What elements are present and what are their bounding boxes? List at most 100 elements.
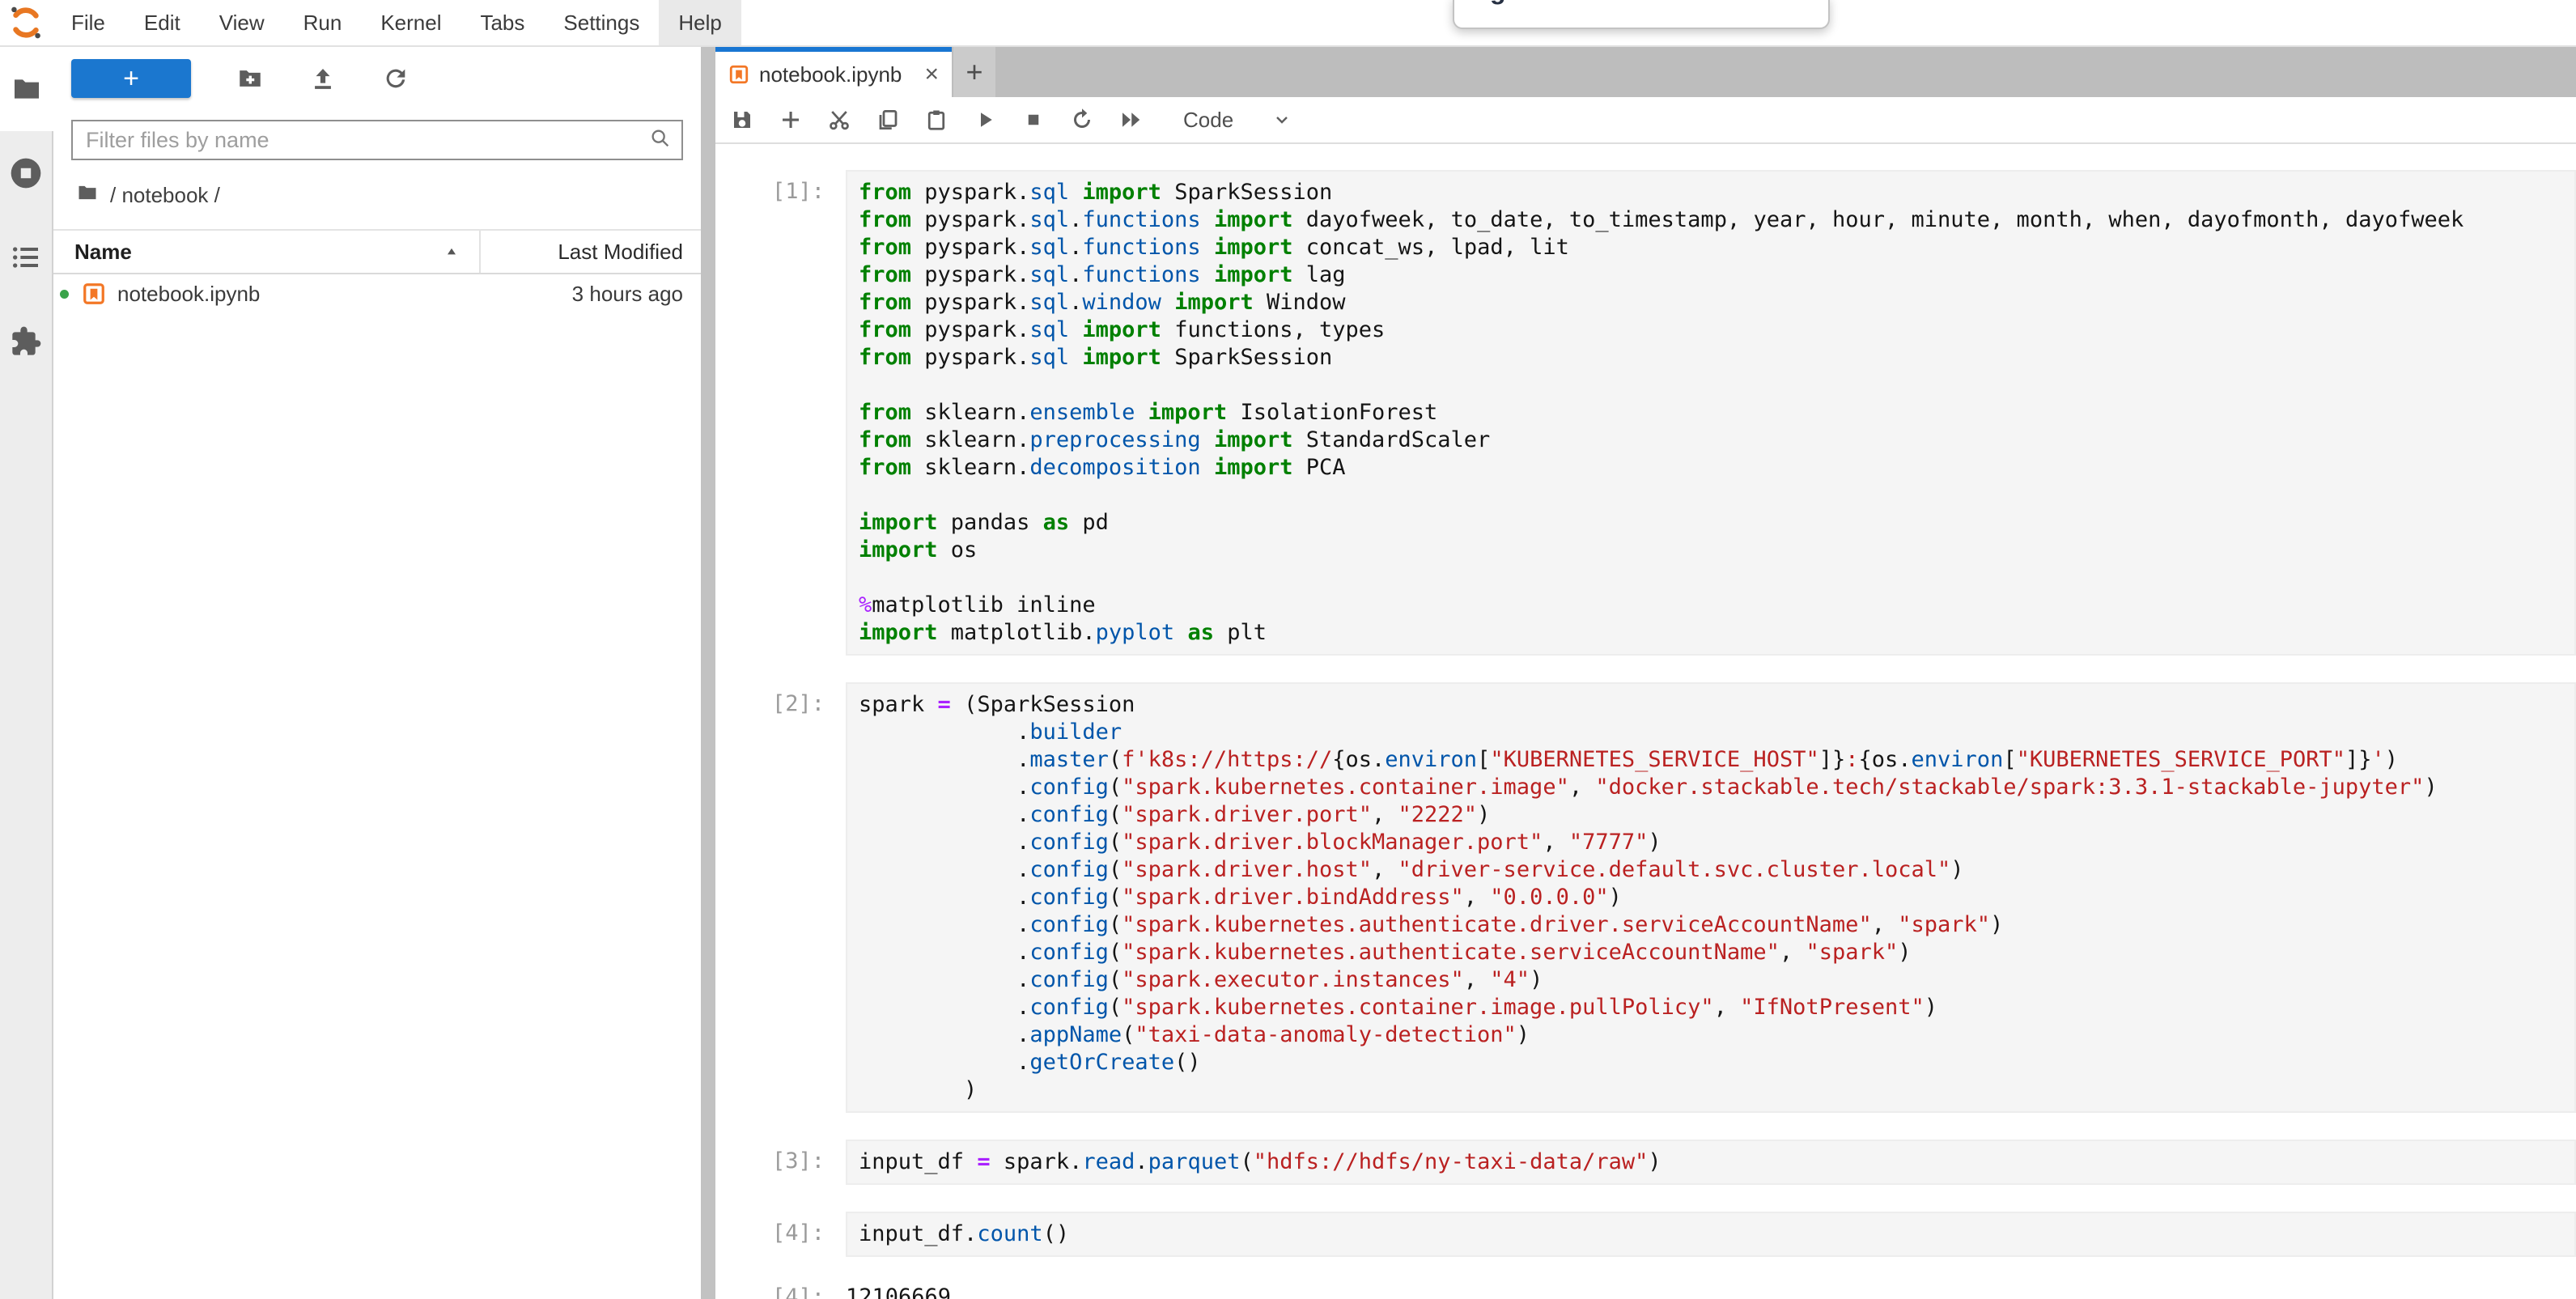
menu-item-help[interactable]: Help: [659, 0, 741, 45]
code-line: .config("spark.kubernetes.authenticate.s…: [859, 939, 2574, 966]
input-prompt: [2]:: [715, 682, 846, 1113]
copy-icon[interactable]: [876, 108, 900, 132]
notebook-toolbar-icons: [730, 108, 1143, 132]
code-line: from pyspark.sql.functions import concat…: [859, 234, 2574, 261]
code-line: .builder: [859, 719, 2574, 746]
tab-notebook[interactable]: notebook.ipynb ×: [715, 47, 952, 97]
insert-icon[interactable]: [779, 108, 803, 132]
file-browser-panel: + / notebook /: [53, 47, 701, 1299]
home-folder-icon[interactable]: [76, 181, 99, 210]
code-line: [859, 564, 2574, 592]
save-icon[interactable]: [730, 108, 754, 132]
main-area: notebook.ipynb × + Code [1]:from pyspark…: [715, 47, 2576, 1299]
code-line: ): [859, 1076, 2574, 1104]
sort-ascending-icon: [443, 244, 460, 260]
cell-editor[interactable]: from pyspark.sql import SparkSessionfrom…: [846, 170, 2576, 656]
code-line: .config("spark.kubernetes.authenticate.d…: [859, 911, 2574, 939]
upload-icon[interactable]: [309, 65, 337, 92]
notebook-toolbar: Code: [715, 97, 2576, 144]
run-icon[interactable]: [973, 108, 997, 132]
column-header-modified[interactable]: Last Modified: [481, 240, 701, 265]
cell-editor[interactable]: spark = (SparkSession .builder .master(f…: [846, 682, 2576, 1113]
cut-icon[interactable]: [827, 108, 851, 132]
cell-editor[interactable]: input_df.count(): [846, 1212, 2576, 1257]
new-tab-button[interactable]: +: [953, 47, 995, 97]
activity-bar: [0, 47, 53, 1299]
chevron-down-icon: [1272, 110, 1292, 129]
input-prompt: [3]:: [715, 1140, 846, 1185]
menu-item-run[interactable]: Run: [284, 0, 362, 45]
code-line: .config("spark.executor.instances", "4"): [859, 966, 2574, 994]
files-icon[interactable]: [9, 71, 45, 107]
code-line: from pyspark.sql import SparkSession: [859, 344, 2574, 371]
code-line: from pyspark.sql import functions, types: [859, 316, 2574, 344]
restart-icon[interactable]: [1070, 108, 1094, 132]
code-cell: [2]:spark = (SparkSession .builder .mast…: [715, 682, 2576, 1113]
search-icon: [649, 127, 672, 154]
code-cell: [3]: input_df = spark.read.parquet("hdfs:…: [715, 1140, 2576, 1185]
filter-files-input[interactable]: [84, 127, 649, 154]
breadcrumb-path[interactable]: / notebook /: [110, 183, 220, 208]
menu-item-edit[interactable]: Edit: [125, 0, 200, 45]
new-folder-icon[interactable]: [236, 65, 264, 92]
code-line: import matplotlib.pyplot as plt: [859, 619, 2574, 647]
tab-bar: notebook.ipynb × +: [715, 47, 2576, 97]
new-launcher-button[interactable]: +: [71, 59, 191, 98]
code-line: from pyspark.sql.functions import dayofw…: [859, 206, 2574, 234]
file-browser-toolbar: +: [71, 59, 701, 98]
file-name: notebook.ipynb: [117, 282, 572, 307]
tab-title: notebook.ipynb: [759, 62, 915, 87]
code-line: spark = (SparkSession: [859, 691, 2574, 719]
activity-bar-active-section: [0, 47, 53, 131]
paste-icon[interactable]: [924, 108, 948, 132]
browser-permission-popup: github.com: [1453, 0, 1830, 29]
code-line: from pyspark.sql.functions import lag: [859, 261, 2574, 289]
menu-item-kernel[interactable]: Kernel: [361, 0, 460, 45]
refresh-icon[interactable]: [382, 65, 410, 92]
tab-close-icon[interactable]: ×: [924, 62, 939, 87]
file-listing: Name Last Modified notebook.ipynb3 hours…: [53, 229, 701, 313]
input-prompt: [4]:: [715, 1212, 846, 1257]
toc-icon[interactable]: [8, 240, 44, 275]
cell-type-dropdown[interactable]: Code: [1183, 108, 1292, 133]
notebook-file-icon: [82, 282, 106, 306]
cell-editor[interactable]: input_df = spark.read.parquet("hdfs://hd…: [846, 1140, 2576, 1185]
code-line: .master(f'k8s://https://{os.environ["KUB…: [859, 746, 2574, 774]
file-row[interactable]: notebook.ipynb3 hours ago: [53, 274, 701, 313]
code-line: from pyspark.sql import SparkSession: [859, 179, 2574, 206]
breadcrumb[interactable]: / notebook /: [76, 181, 701, 210]
code-line: [859, 482, 2574, 509]
running-icon[interactable]: [8, 155, 44, 191]
menu-item-view[interactable]: View: [200, 0, 284, 45]
column-header-name[interactable]: Name: [53, 240, 479, 265]
notebook-file-icon: [728, 64, 749, 85]
menu-item-tabs[interactable]: Tabs: [460, 0, 544, 45]
cell-output: [4]:12106669: [715, 1276, 2576, 1299]
code-line: .config("spark.driver.bindAddress", "0.0…: [859, 884, 2574, 911]
application-shell: + / notebook /: [0, 47, 2576, 1299]
code-line: input_df.count(): [859, 1220, 2574, 1248]
code-line: .config("spark.driver.blockManager.port"…: [859, 829, 2574, 856]
code-line: .config("spark.driver.port", "2222"): [859, 801, 2574, 829]
code-line: import pandas as pd: [859, 509, 2574, 537]
activity-bar-section: [0, 131, 53, 1299]
input-prompt: [1]:: [715, 170, 846, 656]
stop-icon[interactable]: [1021, 108, 1046, 132]
file-browser-actions: [191, 65, 410, 92]
output-prompt: [4]:: [715, 1276, 846, 1299]
app-logo-icon: [0, 0, 52, 45]
menu-item-file[interactable]: File: [52, 0, 125, 45]
code-line: input_df = spark.read.parquet("hdfs://hd…: [859, 1148, 2574, 1176]
menu-item-settings[interactable]: Settings: [544, 0, 659, 45]
extensions-icon[interactable]: [8, 324, 44, 359]
code-line: .appName("taxi-data-anomaly-detection"): [859, 1021, 2574, 1049]
code-line: from sklearn.ensemble import IsolationFo…: [859, 399, 2574, 427]
file-modified: 3 hours ago: [572, 282, 701, 307]
run-all-icon[interactable]: [1118, 108, 1143, 132]
code-line: from sklearn.preprocessing import Standa…: [859, 427, 2574, 454]
panel-splitter[interactable]: [701, 47, 715, 1299]
code-line: .config("spark.kubernetes.container.imag…: [859, 994, 2574, 1021]
code-line: %matplotlib inline: [859, 592, 2574, 619]
code-line: .config("spark.driver.host", "driver-ser…: [859, 856, 2574, 884]
code-line: .getOrCreate(): [859, 1049, 2574, 1076]
